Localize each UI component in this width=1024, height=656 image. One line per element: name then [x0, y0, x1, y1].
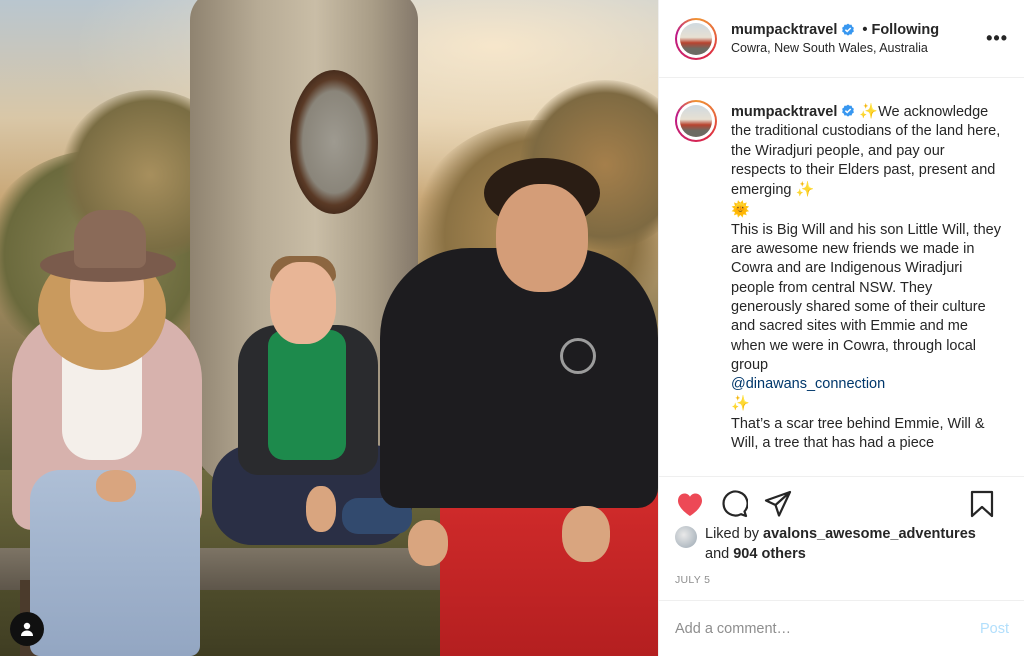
- sparkle-emoji: ✨: [859, 103, 879, 120]
- comment-button[interactable]: [719, 489, 749, 519]
- photo-hoodie-logo: [560, 338, 596, 374]
- post-location[interactable]: Cowra, New South Wales, Australia: [731, 41, 1008, 55]
- caption-area: mumpacktravel ✨We acknowledge the tradit…: [659, 78, 1024, 476]
- photo-hand: [562, 506, 610, 562]
- post-side-panel: mumpacktravel • Following Cowra, New Sou…: [658, 0, 1024, 656]
- post-actions-bar: [659, 476, 1024, 530]
- save-button[interactable]: [967, 489, 997, 519]
- comment-icon: [722, 489, 748, 517]
- post-date[interactable]: JULY 5: [675, 574, 710, 586]
- like-button[interactable]: [675, 489, 705, 519]
- caption-username[interactable]: mumpacktravel: [731, 104, 837, 120]
- post-header: mumpacktravel • Following Cowra, New Sou…: [659, 0, 1024, 78]
- following-button[interactable]: Following: [871, 22, 939, 38]
- author-username[interactable]: mumpacktravel: [731, 22, 837, 38]
- bookmark-icon: [970, 490, 994, 518]
- photo-hand: [306, 486, 336, 532]
- user-tag-button[interactable]: [10, 612, 44, 646]
- liker-avatar[interactable]: [675, 526, 697, 548]
- sparkle-emoji: ✨: [731, 395, 750, 413]
- heart-icon: [678, 493, 702, 516]
- mention-link[interactable]: @dinawans_connection: [731, 376, 885, 392]
- photo-hat-crown: [74, 210, 146, 268]
- likes-others-link[interactable]: 904 others: [733, 546, 806, 562]
- author-avatar[interactable]: [675, 17, 717, 60]
- author-avatar-image: [680, 22, 712, 55]
- photo-hand: [408, 520, 448, 566]
- liker-username[interactable]: avalons_awesome_adventures: [763, 526, 976, 542]
- sparkle-emoji: ✨: [795, 181, 815, 199]
- photo-tree-scar: [290, 70, 378, 214]
- post-caption: mumpacktravel ✨We acknowledge the tradit…: [731, 102, 1001, 476]
- more-options-button[interactable]: •••: [986, 28, 1008, 49]
- verified-badge-icon: [842, 104, 855, 117]
- photo-hand: [96, 470, 136, 502]
- share-button[interactable]: [763, 489, 793, 519]
- liked-by-label: Liked by: [705, 526, 760, 542]
- post-comment-button[interactable]: Post: [980, 621, 1009, 637]
- separator-dot: •: [862, 22, 868, 38]
- caption-paragraph-2: This is Big Will and his son Little Will…: [731, 221, 1001, 373]
- sun-emoji: 🌞: [731, 201, 750, 219]
- caption-avatar-image: [680, 105, 712, 137]
- user-tag-icon: [21, 622, 33, 636]
- comment-input[interactable]: [675, 620, 980, 637]
- photo-man-face: [496, 184, 588, 292]
- likes-summary: Liked by avalons_awesome_adventures and …: [675, 525, 976, 564]
- caption-paragraph-3: That’s a scar tree behind Emmie, Will & …: [731, 415, 985, 452]
- photo-boy-face: [270, 262, 336, 344]
- post-photo[interactable]: [0, 0, 658, 656]
- verified-badge-icon: [842, 23, 855, 36]
- photo-boy-green-hoodie: [268, 330, 346, 460]
- share-icon: [764, 490, 792, 517]
- comment-bar: Post: [659, 600, 1024, 656]
- caption-author-avatar[interactable]: [675, 100, 717, 142]
- likes-and-label: and: [705, 545, 730, 562]
